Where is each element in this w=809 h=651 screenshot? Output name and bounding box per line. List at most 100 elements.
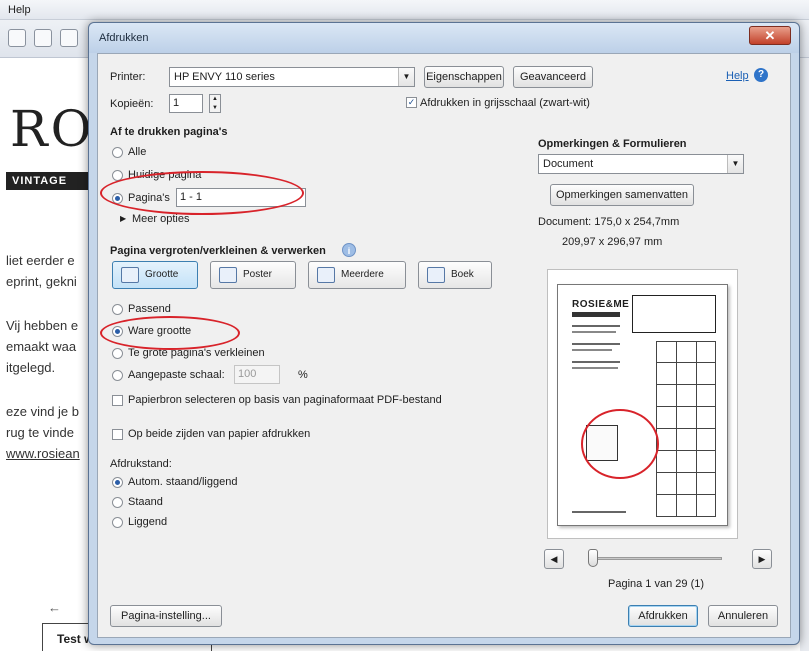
print-button[interactable]: Afdrukken — [628, 605, 698, 627]
actual-size-label: Ware grootte — [128, 325, 192, 337]
multiple-mode-button[interactable]: Meerdere — [308, 261, 406, 289]
multiple-mode-label: Meerdere — [341, 269, 384, 280]
properties-button[interactable]: Eigenschappen — [424, 66, 504, 88]
duplex-label: Op beide zijden van papier afdrukken — [128, 428, 311, 440]
grayscale-checkbox[interactable]: ✓ — [406, 97, 417, 108]
comments-value: Document — [543, 158, 594, 170]
copies-label: Kopieën: — [110, 98, 154, 110]
preview-small-box — [586, 425, 618, 461]
custom-scale-radio[interactable] — [112, 370, 123, 381]
pages-range-input[interactable]: 1 - 1 — [176, 188, 306, 207]
arrow-left-icon: ← — [48, 600, 61, 615]
preview-text-line — [572, 361, 620, 363]
preview-logo: ROSIE&ME — [572, 299, 630, 310]
paper-source-label: Papierbron selecteren op basis van pagin… — [128, 394, 442, 406]
booklet-mode-label: Boek — [451, 269, 474, 280]
background-text-line: liet eerder e — [6, 253, 75, 268]
custom-scale-input[interactable]: 100 — [234, 365, 280, 384]
pages-all-label: Alle — [128, 146, 147, 158]
cancel-button[interactable]: Annuleren — [708, 605, 778, 627]
pages-range-radio[interactable] — [112, 193, 123, 204]
custom-scale-label: Aangepaste schaal: — [128, 369, 225, 381]
help-link[interactable]: Help — [726, 70, 749, 82]
size-mode-button[interactable]: Grootte — [112, 261, 198, 289]
background-text-line: itgelegd. — [6, 360, 56, 375]
print-icon[interactable] — [60, 29, 78, 47]
orientation-portrait-radio[interactable] — [112, 497, 123, 508]
background-text-line: eprint, gekni — [6, 274, 77, 289]
background-text-line: Vij hebben e — [6, 318, 79, 333]
preview-header-box — [632, 295, 716, 333]
background-text-line: emaakt waa — [6, 339, 77, 354]
fit-radio[interactable] — [112, 304, 123, 315]
background-link[interactable]: www.rosiean — [6, 446, 80, 461]
preview-text-line — [572, 367, 618, 369]
dialog-titlebar[interactable]: Afdrukken ✕ — [89, 23, 799, 53]
preview-footer-line — [572, 511, 626, 513]
copies-input[interactable]: 1 — [169, 94, 203, 113]
size-icon — [121, 267, 139, 283]
page-setup-button[interactable]: Pagina-instelling... — [110, 605, 222, 627]
dialog-content: Printer: HP ENVY 110 series ▼ Eigenschap… — [97, 53, 791, 638]
preview-text-line — [572, 343, 620, 345]
info-icon[interactable]: i — [342, 243, 356, 257]
help-icon[interactable]: ? — [754, 68, 768, 82]
orientation-portrait-label: Staand — [128, 496, 163, 508]
booklet-icon — [427, 267, 445, 283]
page-slider-thumb[interactable] — [588, 549, 598, 567]
previous-page-button[interactable]: ◀ — [544, 549, 564, 569]
summarize-comments-button[interactable]: Opmerkingen samenvatten — [550, 184, 694, 206]
shrink-radio[interactable] — [112, 348, 123, 359]
background-text-line: rug te vinde — [6, 425, 74, 440]
duplex-checkbox[interactable] — [112, 429, 123, 440]
print-dialog: Afdrukken ✕ Printer: HP ENVY 110 series … — [88, 22, 800, 645]
background-menubar: Help — [0, 0, 809, 20]
copies-stepper[interactable]: ▲ ▼ — [209, 94, 221, 113]
scaling-heading: Pagina vergroten/verkleinen & verwerken — [110, 245, 326, 257]
preview-grid — [656, 341, 716, 517]
advanced-button[interactable]: Geavanceerd — [513, 66, 593, 88]
printer-label: Printer: — [110, 71, 146, 83]
expand-icon[interactable]: ▶ — [120, 214, 126, 223]
page-info: Pagina 1 van 29 (1) — [608, 578, 705, 590]
pages-all-radio[interactable] — [112, 147, 123, 158]
document-size: Document: 175,0 x 254,7mm — [538, 216, 680, 228]
scaling-mode-buttons: Grootte Poster Meerdere Boek — [112, 261, 492, 291]
background-text-line: eze vind je b — [6, 404, 79, 419]
comments-select[interactable]: Document ▼ — [538, 154, 744, 174]
cloud-icon[interactable] — [8, 29, 26, 47]
more-options-link[interactable]: Meer opties — [132, 213, 189, 225]
paper-size: 209,97 x 296,97 mm — [562, 236, 663, 248]
background-scrollbar[interactable] — [800, 58, 809, 651]
chevron-down-icon: ▼ — [727, 155, 743, 173]
shrink-label: Te grote pagina's verkleinen — [128, 347, 265, 359]
close-button[interactable]: ✕ — [749, 26, 791, 45]
actual-size-radio[interactable] — [112, 326, 123, 337]
page-slider-track[interactable] — [588, 557, 722, 560]
pages-range-label: Pagina's — [128, 192, 170, 204]
preview-page: ROSIE&ME — [557, 284, 728, 526]
comments-heading: Opmerkingen & Formulieren — [538, 138, 687, 150]
multiple-icon — [317, 267, 335, 283]
grayscale-label: Afdrukken in grijsschaal (zwart-wit) — [420, 97, 590, 109]
size-mode-label: Grootte — [145, 269, 179, 280]
orientation-auto-radio[interactable] — [112, 477, 123, 488]
orientation-landscape-label: Liggend — [128, 516, 168, 528]
orientation-landscape-radio[interactable] — [112, 517, 123, 528]
pages-current-radio[interactable] — [112, 170, 123, 181]
poster-mode-button[interactable]: Poster — [210, 261, 296, 289]
save-icon[interactable] — [34, 29, 52, 47]
booklet-mode-button[interactable]: Boek — [418, 261, 492, 289]
fit-label: Passend — [128, 303, 171, 315]
dialog-title: Afdrukken — [99, 32, 149, 44]
preview-text-line — [572, 349, 612, 351]
menu-help[interactable]: Help — [8, 4, 31, 16]
preview-text-line — [572, 325, 620, 327]
pages-heading: Af te drukken pagina's — [110, 126, 228, 138]
paper-source-checkbox[interactable] — [112, 395, 123, 406]
printer-select[interactable]: HP ENVY 110 series ▼ — [169, 67, 415, 87]
orientation-auto-label: Autom. staand/liggend — [128, 476, 238, 488]
poster-icon — [219, 267, 237, 283]
next-page-button[interactable]: ▶ — [752, 549, 772, 569]
orientation-heading: Afdrukstand: — [110, 458, 172, 470]
